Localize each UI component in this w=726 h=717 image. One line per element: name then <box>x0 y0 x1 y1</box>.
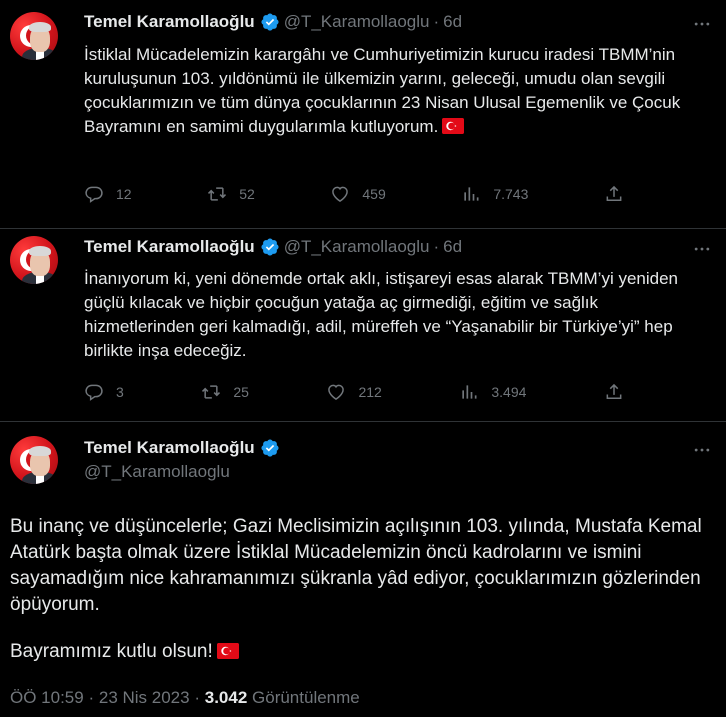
turkish-flag-icon <box>216 643 239 659</box>
verified-badge-icon <box>260 438 280 458</box>
tweet-date[interactable]: 23 Nis 2023 <box>99 688 190 707</box>
tweet-time[interactable]: 6d <box>443 12 462 32</box>
author-handle[interactable]: @T_Karamollaoglu <box>84 462 284 482</box>
verified-badge-icon <box>260 237 280 257</box>
author-handle[interactable]: @T_Karamollaoglu <box>284 237 430 257</box>
reply-icon <box>84 382 104 402</box>
retweet-icon <box>201 382 221 402</box>
tweet-text: İstiklal Mücadelemizin karargâhı ve Cumh… <box>84 43 704 139</box>
share-button[interactable] <box>604 184 624 204</box>
like-count: 212 <box>358 384 382 400</box>
author-name[interactable]: Temel Karamollaoğlu <box>84 12 255 32</box>
views-label: Görüntülenme <box>252 688 360 707</box>
view-count: 7.743 <box>493 186 529 202</box>
more-icon[interactable] <box>692 239 712 259</box>
views-count: 3.042 <box>204 688 248 707</box>
avatar[interactable] <box>10 436 58 484</box>
share-icon <box>604 184 624 204</box>
separator: · <box>194 688 200 707</box>
more-icon[interactable] <box>692 14 712 34</box>
view-count: 3.494 <box>491 384 527 400</box>
tweet-text: İnanıyorum ki, yeni dönemde ortak aklı, … <box>84 269 683 360</box>
retweet-icon <box>207 184 227 204</box>
like-button[interactable]: 459 <box>330 184 386 204</box>
reply-count: 12 <box>116 186 132 202</box>
separator: · <box>433 237 440 256</box>
reply-button[interactable]: 12 <box>84 184 132 204</box>
tweet-meta: ÖÖ 10:59 · 23 Nis 2023 · 3.042 Görüntüle… <box>10 688 360 708</box>
like-button[interactable]: 212 <box>326 382 382 402</box>
tweet-text-paragraph-1: Bu inanç ve düşüncelerle; Gazi Meclisimi… <box>10 516 706 615</box>
like-count: 459 <box>362 186 386 202</box>
retweet-button[interactable]: 52 <box>207 184 255 204</box>
verified-badge-icon <box>260 12 280 32</box>
views-icon <box>459 382 479 402</box>
author-name[interactable]: Temel Karamollaoğlu <box>84 237 255 257</box>
author-handle[interactable]: @T_Karamollaoglu <box>284 12 430 32</box>
like-icon <box>326 382 346 402</box>
tweet-1[interactable]: Temel Karamollaoğlu @T_Karamollaoglu · 6… <box>0 0 726 228</box>
separator: · <box>88 688 95 707</box>
reply-icon <box>84 184 104 204</box>
tweet-2[interactable]: Temel Karamollaoğlu @T_Karamollaoglu · 6… <box>0 229 726 421</box>
reply-count: 3 <box>116 384 124 400</box>
tweet-text-closing: Bayramımız kutlu olsun! <box>10 641 213 662</box>
like-icon <box>330 184 350 204</box>
reply-button[interactable]: 3 <box>84 382 124 402</box>
tweet-text-paragraph-2: Bayramımız kutlu olsun! <box>10 639 710 665</box>
main-tweet: Temel Karamollaoğlu @T_Karamollaoglu Bu … <box>0 422 726 717</box>
author-name[interactable]: Temel Karamollaoğlu <box>84 438 255 458</box>
retweet-button[interactable]: 25 <box>201 382 249 402</box>
tweet-text-body: İstiklal Mücadelemizin karargâhı ve Cumh… <box>84 45 685 136</box>
share-button[interactable] <box>604 382 624 402</box>
tweet-time[interactable]: 6d <box>443 237 462 257</box>
separator: · <box>433 12 440 31</box>
avatar[interactable] <box>10 236 58 284</box>
avatar[interactable] <box>10 12 58 60</box>
tweet-time[interactable]: ÖÖ 10:59 <box>10 688 84 707</box>
turkish-flag-icon <box>442 118 465 134</box>
share-icon <box>604 382 624 402</box>
retweet-count: 52 <box>239 186 255 202</box>
retweet-count: 25 <box>233 384 249 400</box>
views-button[interactable]: 3.494 <box>459 382 526 402</box>
views-button[interactable]: 7.743 <box>461 184 528 204</box>
more-icon[interactable] <box>692 440 712 460</box>
views-icon <box>461 184 481 204</box>
